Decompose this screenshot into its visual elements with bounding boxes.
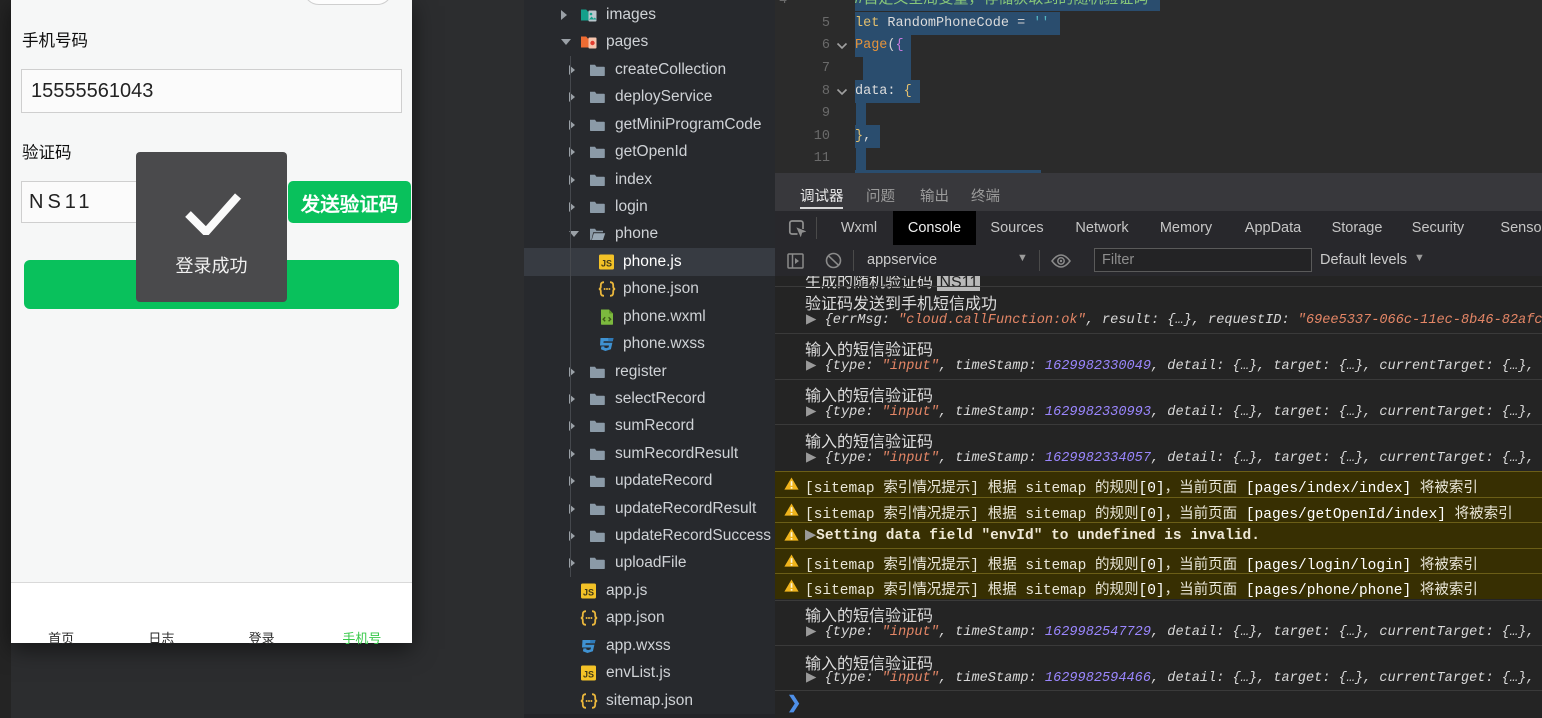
svg-text:JS: JS (583, 587, 594, 597)
svg-text:JS: JS (583, 669, 594, 679)
svg-text:JS: JS (601, 258, 612, 268)
